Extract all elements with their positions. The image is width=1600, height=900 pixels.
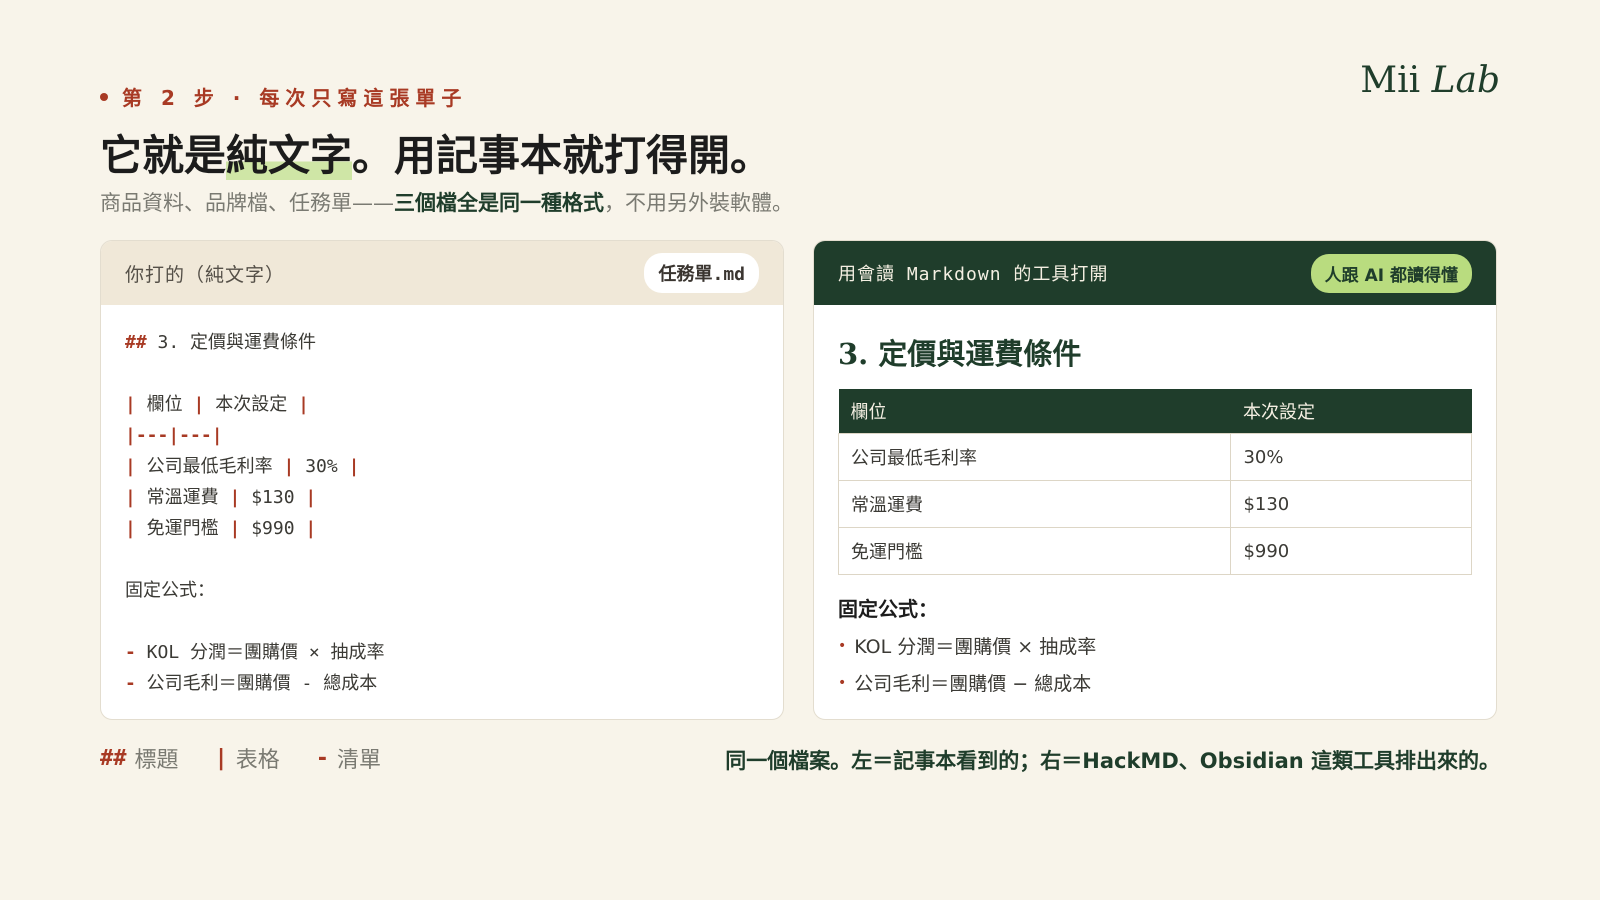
code-line: | 常溫運費 | $130 | bbox=[125, 482, 759, 513]
bullet-icon: • bbox=[838, 674, 847, 691]
rendered-content: 3. 定價與運費條件 欄位 本次設定 公司最低毛利率 30% 常溫運費 $130 bbox=[814, 305, 1496, 719]
table-cell: 常溫運費 bbox=[837, 480, 1232, 528]
legend-symbol: | bbox=[214, 745, 228, 771]
markdown-marker: - bbox=[125, 642, 136, 663]
formula-list: • KOL 分潤＝團購價 × 抽成率 • 公司毛利＝團購價 − 總成本 bbox=[838, 632, 1472, 696]
readable-badge: 人跟 AI 都讀得懂 bbox=[1310, 253, 1472, 293]
code-line: - 公司毛利＝團購價 - 總成本 bbox=[125, 668, 759, 699]
code-text: 本次設定 bbox=[204, 394, 299, 415]
bullet-icon: • bbox=[838, 637, 847, 654]
rendered-panel-title: 用會讀 Markdown 的工具打開 bbox=[838, 264, 1109, 285]
code-line: - KOL 分潤＝團購價 × 抽成率 bbox=[125, 637, 759, 668]
rendered-heading: 3. 定價與運費條件 bbox=[838, 337, 1082, 371]
table-cell: 免運門檻 bbox=[837, 527, 1232, 575]
code-text: 30% bbox=[294, 456, 349, 477]
footnote: 同一個檔案。左＝記事本看到的；右＝HackMD、Obsidian 這類工具排出來… bbox=[725, 749, 1500, 773]
markdown-marker: | bbox=[283, 456, 295, 477]
code-line: | 公司最低毛利率 | 30% | bbox=[125, 451, 759, 482]
subtitle-emphasis: 三個檔全是同一種格式 bbox=[394, 191, 604, 215]
code-text: 3. 定價與運費條件 bbox=[146, 332, 317, 353]
markdown-marker: | bbox=[305, 487, 317, 508]
rendered-panel: 用會讀 Markdown 的工具打開 人跟 AI 都讀得懂 3. 定價與運費條件… bbox=[813, 240, 1497, 720]
table-header-cell: 欄位 bbox=[838, 389, 1231, 434]
markdown-marker: ## bbox=[125, 332, 147, 353]
markdown-marker: | bbox=[125, 518, 136, 539]
markdown-source: ## 3. 定價與運費條件 | 欄位 | 本次設定 | |---|---| | 公司最… bbox=[101, 305, 783, 719]
title-before: 它就是 bbox=[100, 131, 227, 180]
formula-label: 固定公式： bbox=[838, 597, 938, 621]
markdown-marker: - bbox=[125, 673, 136, 694]
subtitle-after: ，不用另外裝軟體。 bbox=[604, 191, 793, 215]
page-subtitle: 商品資料、品牌檔、任務單——三個檔全是同一種格式，不用另外裝軟體。 bbox=[100, 187, 793, 217]
legend-label: 清單 bbox=[337, 748, 382, 773]
title-highlight: 純文字 bbox=[226, 131, 353, 180]
code-text: 公司毛利＝團購價 - 總成本 bbox=[135, 673, 378, 694]
table-cell: $130 bbox=[1230, 480, 1472, 528]
list-item: • 公司毛利＝團購價 − 總成本 bbox=[838, 669, 1472, 696]
rendered-table: 欄位 本次設定 公司最低毛利率 30% 常溫運費 $130 免運門檻 $990 bbox=[837, 389, 1472, 575]
list-item: • KOL 分潤＝團購價 × 抽成率 bbox=[838, 632, 1472, 659]
code-line: ## 3. 定價與運費條件 bbox=[125, 327, 759, 358]
code-line: | 欄位 | 本次設定 | bbox=[125, 389, 759, 420]
step-label: 第 2 步 · 每次只寫這張單子 bbox=[100, 82, 467, 111]
plain-text-panel: 你打的（純文字） 任務單.md ## 3. 定價與運費條件 | 欄位 | 本次設定… bbox=[100, 240, 784, 720]
markdown-marker: |---|---| bbox=[125, 425, 223, 446]
syntax-legend: ## 標題 | 表格 - 清單 bbox=[100, 742, 417, 774]
legend-symbol: - bbox=[315, 745, 330, 771]
markdown-marker: | bbox=[298, 394, 309, 415]
table-row: 常溫運費 $130 bbox=[837, 480, 1472, 528]
bullet-icon bbox=[100, 92, 108, 101]
legend-label: 表格 bbox=[235, 748, 280, 773]
markdown-marker: | bbox=[125, 487, 136, 508]
code-text: 欄位 bbox=[135, 394, 194, 415]
markdown-marker: | bbox=[193, 394, 205, 415]
step-text: 第 2 步 · 每次只寫這張單子 bbox=[122, 86, 468, 110]
table-row: 公司最低毛利率 30% bbox=[837, 433, 1472, 481]
plain-text-panel-header: 你打的（純文字） 任務單.md bbox=[101, 241, 783, 305]
subtitle-before: 商品資料、品牌檔、任務單—— bbox=[100, 191, 394, 215]
brand-lab: Lab bbox=[1431, 60, 1500, 101]
table-cell: 30% bbox=[1230, 433, 1472, 481]
code-text: 固定公式： bbox=[125, 580, 215, 601]
code-text: 公司最低毛利率 bbox=[135, 456, 284, 477]
list-item-text: KOL 分潤＝團購價 × 抽成率 bbox=[854, 636, 1097, 658]
title-after: 。用記事本就打得開。 bbox=[352, 131, 773, 180]
code-line: |---|---| bbox=[125, 420, 759, 451]
brand-logo: Mii Lab bbox=[1360, 60, 1500, 101]
code-text: KOL 分潤＝團購價 × 抽成率 bbox=[135, 642, 385, 663]
filename-chip: 任務單.md bbox=[644, 253, 759, 293]
markdown-marker: | bbox=[125, 394, 136, 415]
plain-text-panel-title: 你打的（純文字） bbox=[125, 263, 286, 286]
markdown-marker: | bbox=[348, 456, 360, 477]
markdown-marker: | bbox=[305, 518, 317, 539]
legend-symbol: ## bbox=[100, 745, 127, 771]
table-cell: 公司最低毛利率 bbox=[837, 433, 1232, 481]
table-header-row: 欄位 本次設定 bbox=[838, 389, 1472, 434]
brand-mii: Mii bbox=[1360, 60, 1421, 101]
legend-item-list: - 清單 bbox=[316, 742, 381, 774]
page-title: 它就是純文字。用記事本就打得開。 bbox=[100, 122, 772, 183]
code-text: $130 bbox=[240, 487, 306, 508]
markdown-marker: | bbox=[125, 456, 136, 477]
code-text: 免運門檻 bbox=[135, 518, 230, 539]
code-text: 常溫運費 bbox=[135, 487, 230, 508]
list-item-text: 公司毛利＝團購價 − 總成本 bbox=[854, 673, 1092, 695]
markdown-marker: | bbox=[229, 518, 241, 539]
legend-item-table: | 表格 bbox=[215, 742, 280, 774]
legend-label: 標題 bbox=[134, 748, 179, 773]
code-line: 固定公式： bbox=[125, 575, 759, 606]
table-header-cell: 本次設定 bbox=[1230, 389, 1472, 434]
markdown-marker: | bbox=[229, 487, 241, 508]
rendered-panel-header: 用會讀 Markdown 的工具打開 人跟 AI 都讀得懂 bbox=[814, 241, 1496, 305]
code-text: $990 bbox=[240, 518, 306, 539]
code-line: | 免運門檻 | $990 | bbox=[125, 513, 759, 544]
legend-item-heading: ## 標題 bbox=[100, 742, 179, 774]
table-cell: $990 bbox=[1230, 527, 1472, 575]
table-row: 免運門檻 $990 bbox=[837, 527, 1472, 575]
